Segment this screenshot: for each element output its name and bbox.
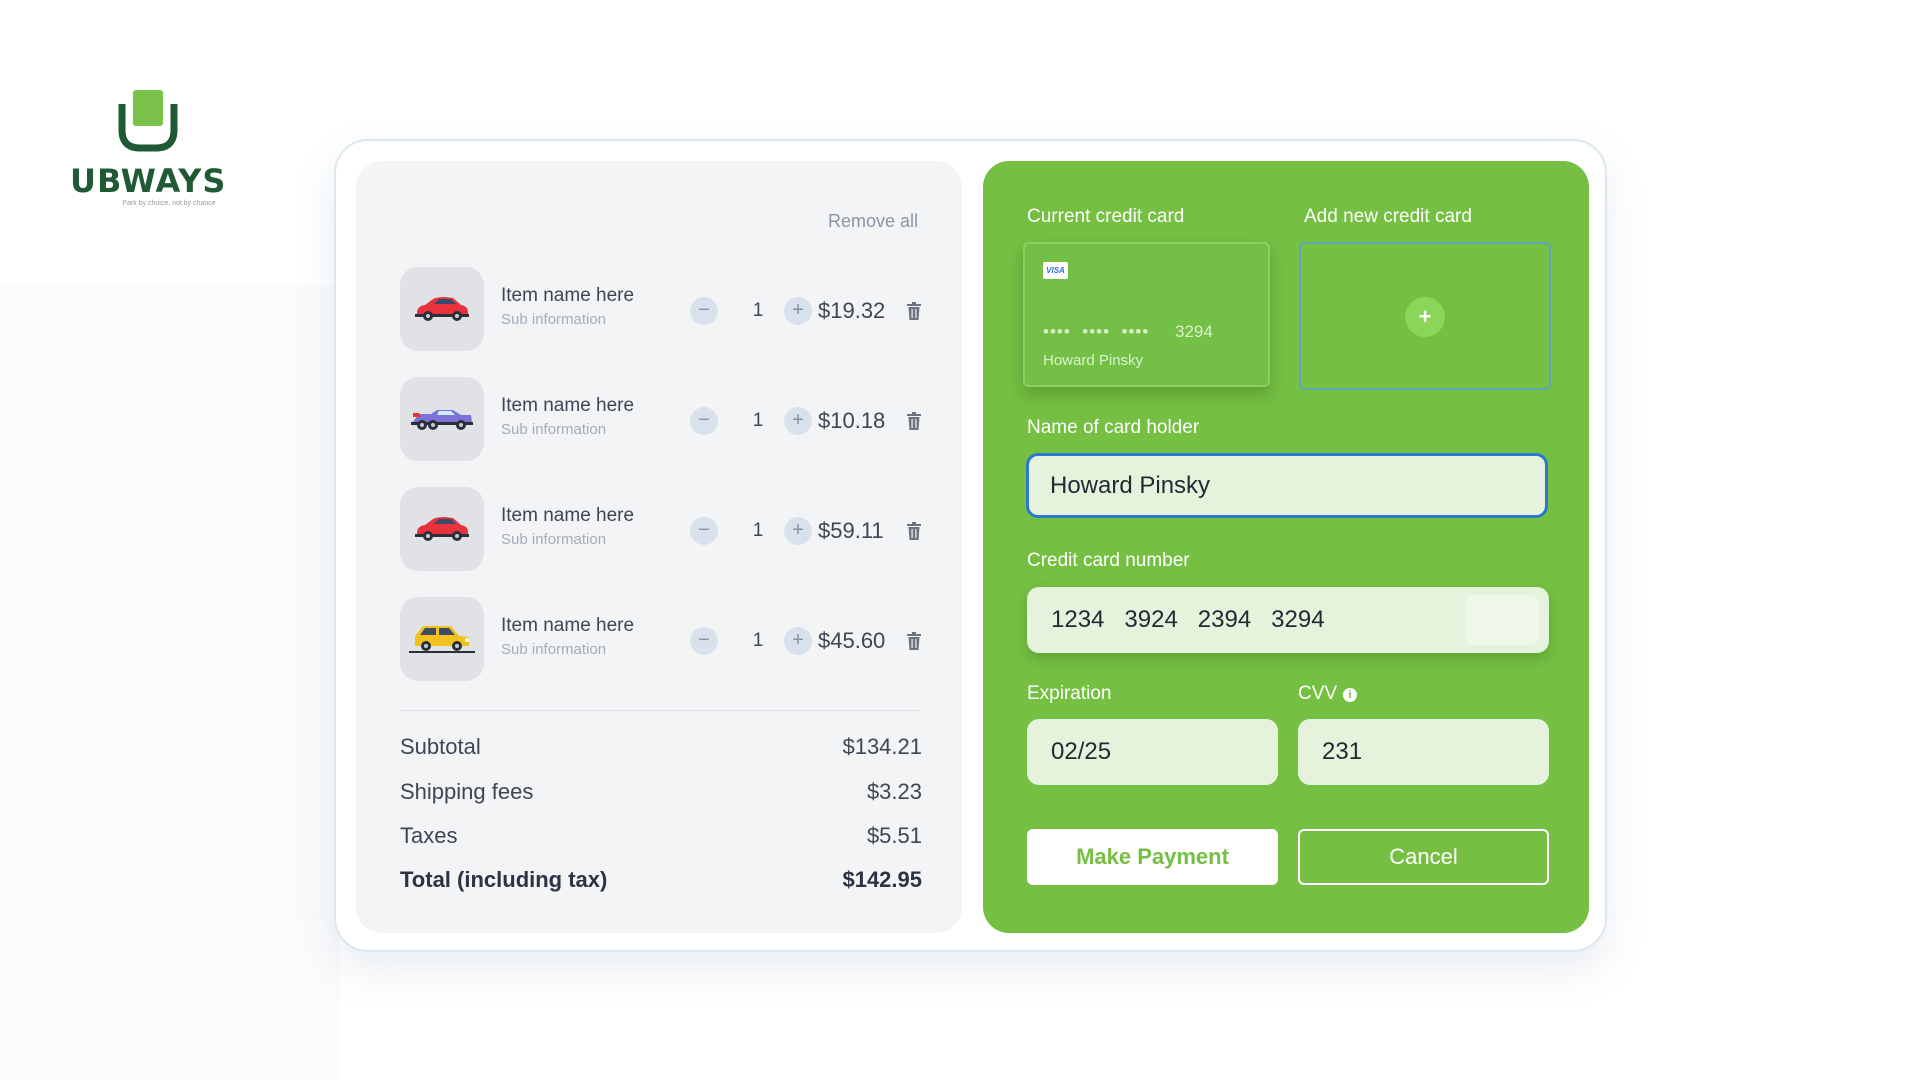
item-sub-info: Sub information xyxy=(501,311,607,328)
increment-button[interactable]: + xyxy=(784,517,812,545)
total-row: Total (including tax) $142.95 xyxy=(400,867,922,897)
item-price: $45.60 xyxy=(818,628,886,653)
ubways-logo: UBWAYS Park by choice, not by chance xyxy=(70,90,226,208)
background-panel xyxy=(0,285,340,1080)
info-icon[interactable]: i xyxy=(1343,688,1358,702)
decrement-button[interactable]: − xyxy=(690,517,718,545)
item-quantity: 1 xyxy=(752,410,764,431)
trash-icon[interactable] xyxy=(907,522,921,540)
subtotal-label: Subtotal xyxy=(400,734,481,759)
subtotal-row: Subtotal $134.21 xyxy=(400,734,922,764)
card-number-input[interactable]: 1234 3924 2394 3294 xyxy=(1027,587,1549,653)
plus-icon[interactable]: + xyxy=(1405,297,1445,337)
shipping-value: $3.23 xyxy=(866,779,922,804)
card-last-four: 3294 xyxy=(1175,322,1213,341)
race-car-icon xyxy=(411,410,473,430)
expiration-value: 02/25 xyxy=(1051,738,1112,765)
item-quantity: 1 xyxy=(752,520,764,541)
cvv-label-group: CVV i xyxy=(1298,683,1358,705)
card-type-indicator xyxy=(1465,595,1539,645)
current-card-label: Current credit card xyxy=(1027,206,1185,227)
expiration-label: Expiration xyxy=(1027,683,1112,704)
cvv-label: CVV xyxy=(1298,683,1338,704)
decrement-button[interactable]: − xyxy=(690,627,718,655)
item-thumbnail xyxy=(400,267,484,351)
cvv-input[interactable]: 231 xyxy=(1298,719,1549,785)
yellow-car-icon xyxy=(409,626,475,653)
cart-item: Item name here Sub information − 1 + $19… xyxy=(400,267,922,351)
cvv-value: 231 xyxy=(1322,738,1363,765)
payment-panel: Current credit card Add new credit card … xyxy=(983,161,1589,933)
cart-item: Item name here Sub information − 1 + $45… xyxy=(400,597,922,681)
decrement-button[interactable]: − xyxy=(690,407,718,435)
cart-item: Item name here Sub information − 1 + $10… xyxy=(400,377,922,461)
total-value: $142.95 xyxy=(842,867,922,892)
visa-logo-icon: VISA xyxy=(1043,262,1068,279)
trash-icon[interactable] xyxy=(907,302,921,320)
decrement-button[interactable]: − xyxy=(690,297,718,325)
increment-button[interactable]: + xyxy=(784,297,812,325)
item-name: Item name here xyxy=(501,285,635,306)
red-car-icon xyxy=(415,517,469,541)
item-price: $19.32 xyxy=(818,298,886,323)
cart-panel: Remove all Item name here Sub informatio… xyxy=(356,161,962,933)
subtotal-value: $134.21 xyxy=(842,734,922,759)
item-quantity: 1 xyxy=(752,300,764,321)
item-thumbnail xyxy=(400,377,484,461)
taxes-row: Taxes $5.51 xyxy=(400,823,922,853)
increment-button[interactable]: + xyxy=(784,407,812,435)
item-price: $10.18 xyxy=(818,408,886,433)
increment-button[interactable]: + xyxy=(784,627,812,655)
item-sub-info: Sub information xyxy=(501,531,607,548)
item-thumbnail xyxy=(400,597,484,681)
red-car-icon xyxy=(415,297,469,321)
item-sub-info: Sub information xyxy=(501,421,607,438)
taxes-label: Taxes xyxy=(400,823,458,848)
card-holder-input[interactable]: Howard Pinsky xyxy=(1026,453,1548,518)
current-credit-card[interactable]: VISA •••• •••• •••• 3294 Howard Pinsky xyxy=(1023,242,1270,387)
add-credit-card-tile[interactable]: + xyxy=(1299,242,1551,390)
item-sub-info: Sub information xyxy=(501,641,607,658)
cancel-button[interactable]: Cancel xyxy=(1298,829,1549,885)
total-label: Total (including tax) xyxy=(400,867,608,892)
item-name: Item name here xyxy=(501,505,635,526)
expiration-input[interactable]: 02/25 xyxy=(1027,719,1278,785)
add-card-label: Add new credit card xyxy=(1304,206,1472,227)
summary-divider xyxy=(400,710,922,711)
taxes-value: $5.51 xyxy=(866,823,922,848)
card-holder-value: Howard Pinsky xyxy=(1050,471,1211,499)
item-price: $59.11 xyxy=(818,518,884,543)
cart-item: Item name here Sub information − 1 + $59… xyxy=(400,487,922,571)
trash-icon[interactable] xyxy=(907,412,921,430)
card-holder-name: Howard Pinsky xyxy=(1043,352,1144,369)
logo-wordmark: UBWAYS xyxy=(70,162,227,200)
item-thumbnail xyxy=(400,487,484,571)
shipping-row: Shipping fees $3.23 xyxy=(400,779,922,809)
item-name: Item name here xyxy=(501,615,635,636)
trash-icon[interactable] xyxy=(907,632,921,650)
logo-u-icon xyxy=(118,90,178,152)
logo-tagline: Park by choice, not by chance xyxy=(122,200,216,207)
item-quantity: 1 xyxy=(752,630,764,651)
card-number-value: 1234 3924 2394 3294 xyxy=(1051,606,1325,633)
card-number-label: Credit card number xyxy=(1027,550,1190,571)
remove-all-link[interactable]: Remove all xyxy=(828,211,918,232)
card-masked-digits: •••• •••• •••• xyxy=(1043,322,1150,341)
item-name: Item name here xyxy=(501,395,635,416)
holder-label: Name of card holder xyxy=(1027,417,1200,438)
shipping-label: Shipping fees xyxy=(400,779,534,804)
make-payment-button[interactable]: Make Payment xyxy=(1027,829,1278,885)
